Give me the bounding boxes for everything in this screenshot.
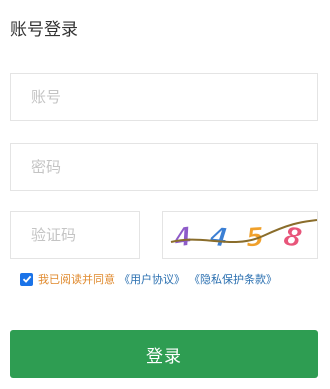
agreement-checkbox[interactable] (20, 272, 33, 286)
account-input[interactable] (11, 74, 317, 120)
password-field[interactable] (10, 143, 318, 191)
checkmark-icon (22, 275, 31, 283)
agreement-row: 我已阅读并同意 《用户协议》 《隐私保护条款》 (20, 270, 277, 288)
page-title: 账号登录 (10, 20, 78, 40)
agreement-text: 我已阅读并同意 (38, 273, 115, 286)
privacy-terms-link[interactable]: 《隐私保护条款》 (189, 271, 277, 287)
captcha-char: 4 (171, 222, 194, 254)
password-input[interactable] (11, 144, 317, 190)
user-agreement-link[interactable]: 《用户协议》 (119, 271, 185, 287)
captcha-char: 4 (207, 222, 229, 254)
captcha-code-input[interactable] (11, 212, 139, 258)
captcha-code-field[interactable] (10, 211, 140, 259)
account-field[interactable] (10, 73, 318, 121)
captcha-image[interactable]: 4458 (162, 211, 318, 259)
captcha-graphic: 4458 (170, 219, 317, 255)
login-button[interactable]: 登录 (10, 330, 318, 378)
